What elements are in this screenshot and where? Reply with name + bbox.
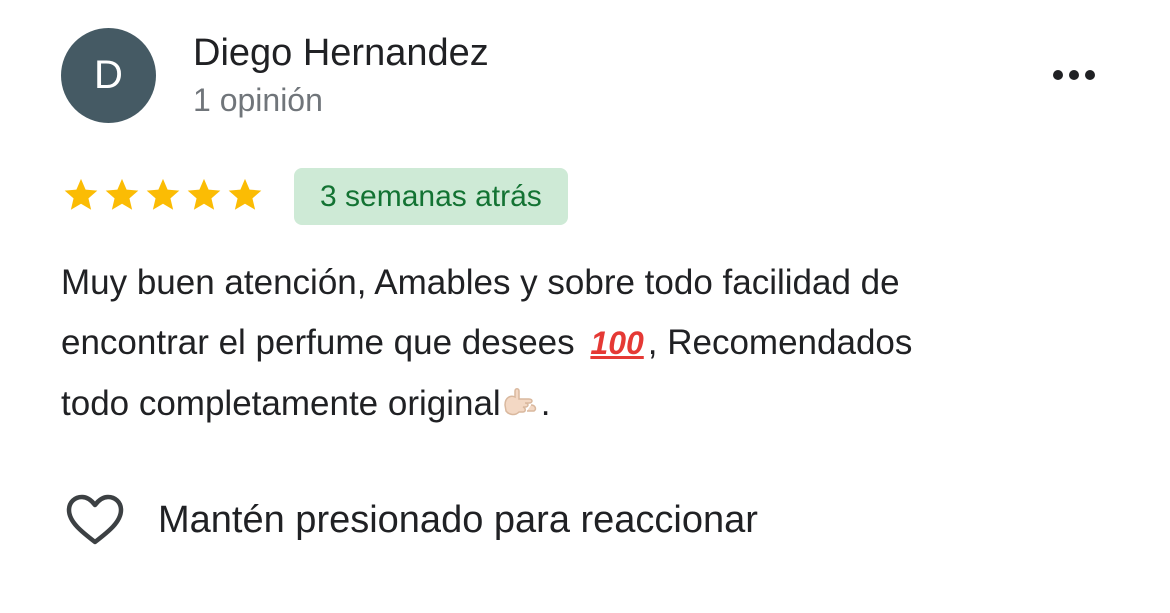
hundred-points-emoji: 100 <box>590 325 644 361</box>
avatar-initial: D <box>94 53 123 97</box>
star-icon <box>228 178 262 210</box>
time-ago-badge: 3 semanas atrás <box>294 168 568 225</box>
call-me-hand-emoji <box>501 373 541 433</box>
star-icon <box>187 178 221 210</box>
review-card: D Diego Hernandez 1 opinión 3 semanas at… <box>0 0 1170 613</box>
star-icon <box>64 178 98 210</box>
star-icon <box>146 178 180 210</box>
star-icon <box>105 178 139 210</box>
react-label: Mantén presionado para reaccionar <box>158 498 758 541</box>
review-text-line: Muy buen atención, Amables y sobre todo … <box>61 263 900 302</box>
more-options-button[interactable] <box>1042 58 1106 92</box>
react-button[interactable]: Mantén presionado para reaccionar <box>64 490 758 550</box>
author-review-count: 1 opinión <box>193 82 323 118</box>
avatar[interactable]: D <box>61 28 156 123</box>
more-options-icon <box>1053 70 1063 80</box>
review-text: Muy buen atención, Amables y sobre todo … <box>61 253 1121 434</box>
author-name[interactable]: Diego Hernandez <box>193 30 489 76</box>
review-text-line: encontrar el perfume que desees 100, Rec… <box>61 313 1121 373</box>
review-text-line: todo completamente original . <box>61 373 1121 434</box>
star-rating <box>62 176 264 214</box>
heart-outline-icon <box>66 494 124 545</box>
